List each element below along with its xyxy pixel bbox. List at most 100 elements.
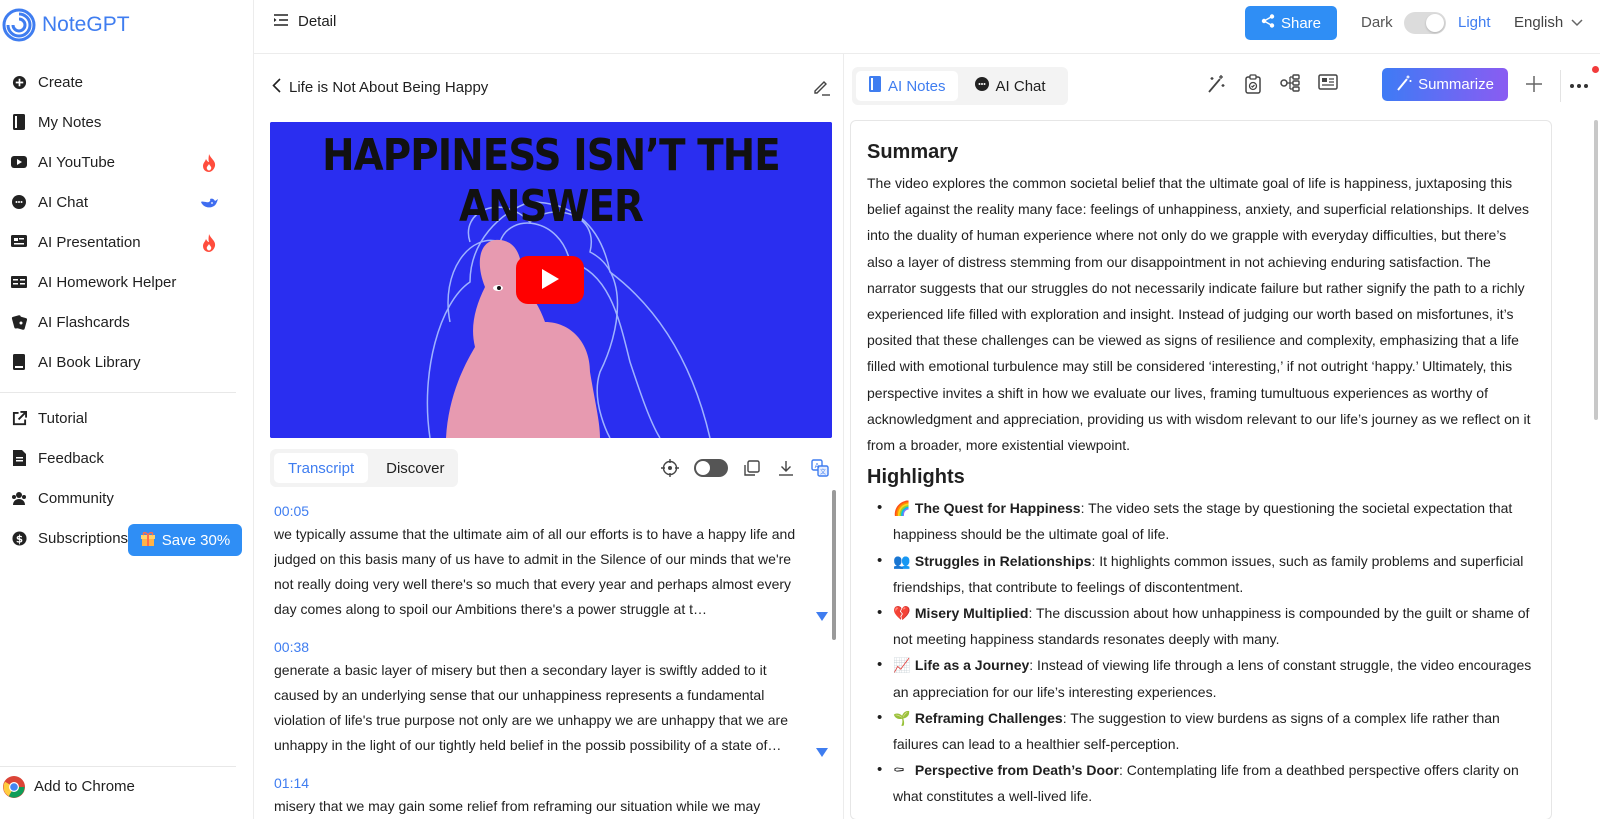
- transcript-item[interactable]: 00:05 we typically assume that the ultim…: [274, 500, 828, 622]
- menu-fold-icon[interactable]: [274, 13, 288, 30]
- app-logo[interactable]: NoteGPT: [2, 8, 130, 42]
- fire-icon: [199, 153, 219, 173]
- transcript-item[interactable]: 01:14 misery that we may gain some relie…: [274, 772, 816, 819]
- wand-icon: [1396, 75, 1412, 95]
- tab-ai-chat[interactable]: AI Chat: [962, 71, 1058, 101]
- notes-scrollbar[interactable]: [1594, 120, 1598, 420]
- transcript-text: we typically assume that the ultimate ai…: [274, 526, 796, 617]
- sidebar-item-label: AI Homework Helper: [38, 273, 177, 291]
- sidebar-item-label: Subscriptions: [38, 529, 129, 547]
- theme-toggle[interactable]: [1404, 12, 1446, 34]
- highlight-item: 🌈 The Quest for Happiness: The video set…: [877, 495, 1535, 547]
- add-icon[interactable]: [1524, 74, 1544, 94]
- transcript-timestamp[interactable]: 01:14: [274, 772, 816, 794]
- highlight-item: 📈 Life as a Journey: Instead of viewing …: [877, 652, 1535, 704]
- highlight-item: ⚰ Perspective from Death’s Door: Contemp…: [877, 757, 1535, 809]
- play-button[interactable]: [516, 256, 584, 304]
- broken-heart-icon: 💔: [893, 605, 911, 622]
- notebook-icon: [11, 114, 27, 130]
- clipboard-check-icon[interactable]: [1244, 74, 1262, 97]
- dark-theme-label[interactable]: Dark: [1361, 14, 1393, 31]
- transcript-text: generate a basic layer of misery but the…: [274, 662, 788, 753]
- sidebar-item-tutorial[interactable]: Tutorial: [0, 398, 254, 438]
- autoscroll-toggle-knob: [696, 461, 710, 475]
- chat-icon: [974, 76, 990, 96]
- more-horizontal-icon[interactable]: [1568, 76, 1590, 92]
- transcript-scrollbar[interactable]: [832, 490, 836, 640]
- sidebar-item-ai-book-library[interactable]: AI Book Library: [0, 342, 254, 382]
- sidebar-item-label: AI Flashcards: [38, 313, 130, 331]
- video-title-row: Life is Not About Being Happy: [272, 78, 488, 97]
- sidebar-item-ai-youtube[interactable]: AI YouTube: [0, 142, 254, 182]
- save-label: Save 30%: [161, 531, 231, 549]
- edit-pencil-icon[interactable]: [812, 78, 830, 96]
- highlight-title: Struggles in Relationships: [914, 552, 1092, 569]
- people-icon: 👥: [893, 552, 911, 569]
- autoscroll-toggle[interactable]: [694, 459, 728, 477]
- transcript-timestamp[interactable]: 00:05: [274, 500, 816, 522]
- sidebar-item-label: AI Presentation: [38, 233, 141, 251]
- tab-discover[interactable]: Discover: [372, 453, 458, 483]
- summarize-button[interactable]: Summarize: [1382, 68, 1508, 101]
- mindmap-icon[interactable]: [1280, 74, 1300, 97]
- expand-caret-icon[interactable]: [816, 744, 828, 757]
- light-theme-label[interactable]: Light: [1458, 14, 1491, 31]
- add-to-chrome-label: Add to Chrome: [34, 778, 135, 795]
- video-thumbnail-headline: HAPPINESS ISN’T THE ANSWER: [322, 130, 781, 232]
- svg-text:文: 文: [820, 468, 826, 476]
- sidebar-item-ai-homework-helper[interactable]: AI Homework Helper: [0, 262, 254, 302]
- fire-icon: [199, 233, 219, 253]
- flashcards-icon: [11, 314, 27, 330]
- sidebar-item-label: Feedback: [38, 449, 104, 467]
- toolbar-separator: [1560, 70, 1561, 102]
- expand-caret-icon[interactable]: [816, 608, 828, 621]
- svg-text:$: $: [15, 533, 22, 545]
- highlights-list: 🌈 The Quest for Happiness: The video set…: [867, 495, 1535, 809]
- share-button[interactable]: Share: [1245, 6, 1337, 40]
- download-icon[interactable]: [776, 458, 796, 478]
- language-select[interactable]: English: [1514, 14, 1583, 31]
- sidebar-item-create[interactable]: Create: [0, 62, 254, 102]
- dollar-icon: $: [11, 530, 27, 546]
- highlight-item: 💔 Misery Multiplied: The discussion abou…: [877, 600, 1535, 652]
- highlight-item: 🌱 Reframing Challenges: The suggestion t…: [877, 705, 1535, 757]
- sidebar-item-label: My Notes: [38, 113, 102, 131]
- coffin-icon: ⚰: [893, 762, 905, 779]
- transcript-item[interactable]: 00:38 generate a basic layer of misery b…: [274, 636, 828, 758]
- summarize-label: Summarize: [1418, 76, 1494, 93]
- magic-wand-icon[interactable]: [1206, 74, 1226, 97]
- sidebar-item-community[interactable]: Community: [0, 478, 254, 518]
- notes-content: Summary The video explores the common so…: [850, 120, 1552, 819]
- locate-icon[interactable]: [660, 458, 680, 478]
- svg-text:A: A: [815, 462, 820, 470]
- sidebar-item-ai-flashcards[interactable]: AI Flashcards: [0, 302, 254, 342]
- back-chevron-icon[interactable]: [272, 78, 281, 97]
- highlight-title: The Quest for Happiness: [914, 500, 1081, 517]
- transcript-timestamp[interactable]: 00:38: [274, 636, 816, 658]
- tab-transcript[interactable]: Transcript: [274, 453, 369, 483]
- save-30-button[interactable]: Save 30%: [128, 524, 242, 556]
- copy-icon[interactable]: [742, 458, 762, 478]
- chat-icon: [11, 194, 27, 210]
- share-icon: [1261, 14, 1275, 32]
- sidebar-item-label: Community: [38, 489, 114, 507]
- sidebar-item-my-notes[interactable]: My Notes: [0, 102, 254, 142]
- translate-icon[interactable]: A文: [810, 458, 830, 478]
- sidebar-item-ai-chat[interactable]: AI Chat: [0, 182, 254, 222]
- notes-panel: AI Notes AI Chat Summarize Summary The v…: [844, 54, 1600, 819]
- sidebar-item-label: AI YouTube: [38, 153, 116, 171]
- add-to-chrome-link[interactable]: Add to Chrome: [0, 766, 236, 806]
- book-icon: [11, 354, 27, 370]
- video-player[interactable]: HAPPINESS ISN’T THE ANSWER: [270, 122, 832, 438]
- chart-up-icon: 📈: [893, 657, 911, 674]
- highlight-item: 👥 Struggles in Relationships: It highlig…: [877, 548, 1535, 600]
- tab-label: AI Chat: [995, 77, 1046, 95]
- slides-icon[interactable]: [1318, 74, 1338, 97]
- sidebar-item-label: Tutorial: [38, 409, 88, 427]
- notegpt-logo-icon: [2, 8, 36, 42]
- tab-ai-notes[interactable]: AI Notes: [856, 71, 958, 101]
- video-panel: Life is Not About Being Happy HAPPINESS …: [254, 54, 844, 819]
- sidebar-item-feedback[interactable]: Feedback: [0, 438, 254, 478]
- sidebar-item-ai-presentation[interactable]: AI Presentation: [0, 222, 254, 262]
- highlights-heading: Highlights: [867, 466, 965, 489]
